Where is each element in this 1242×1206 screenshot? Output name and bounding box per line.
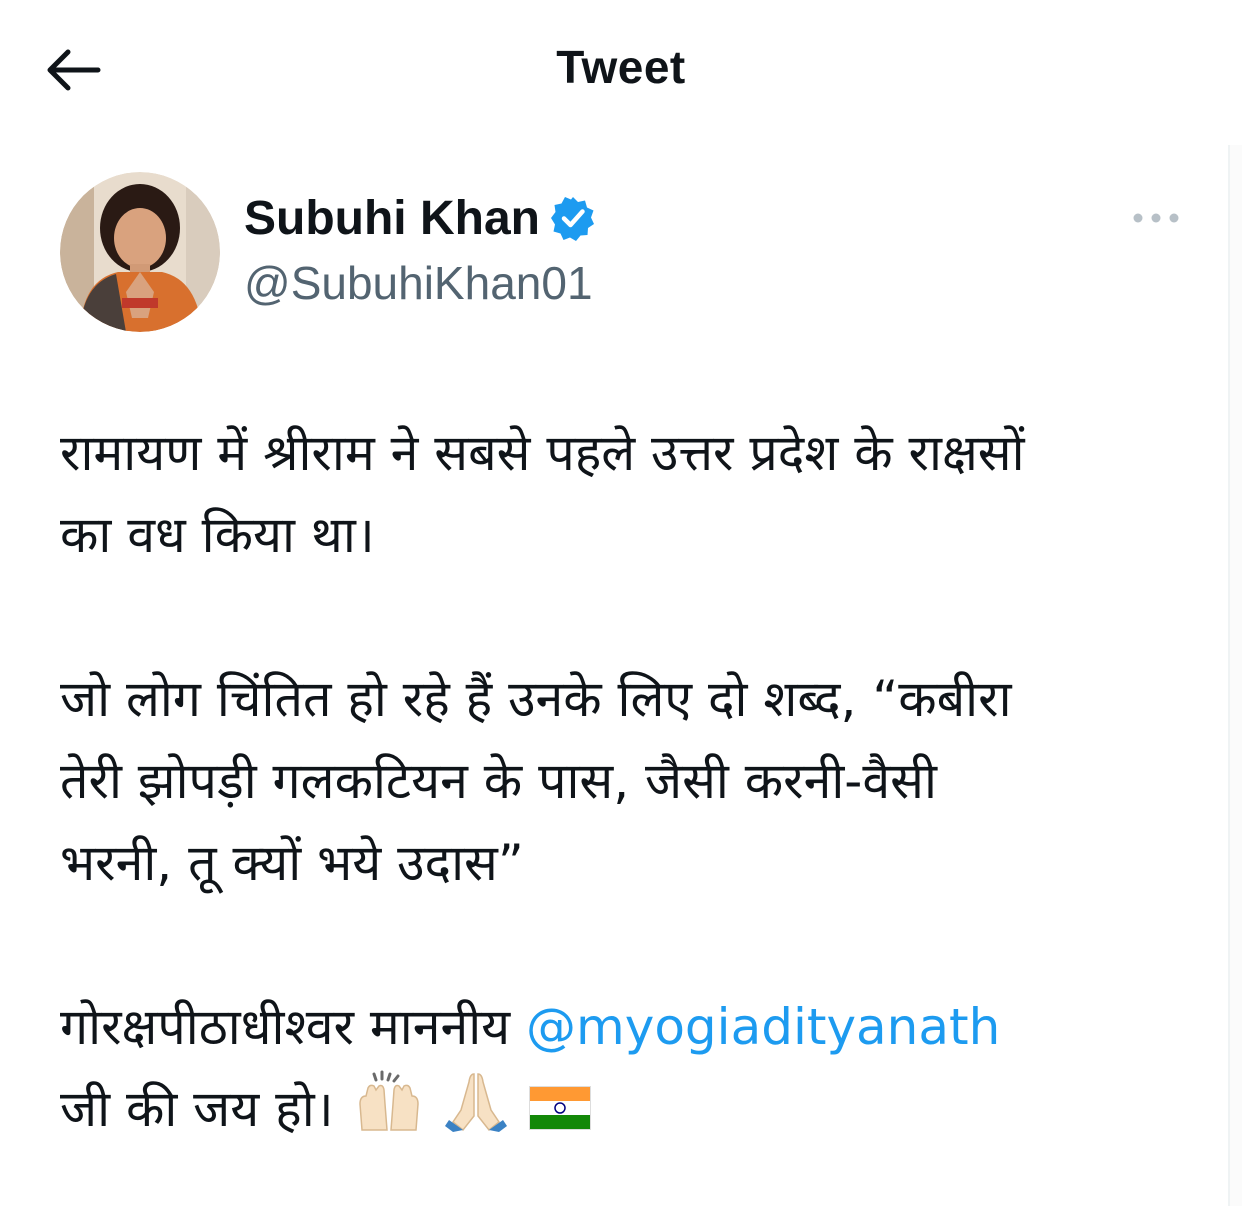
top-bar: Tweet (0, 0, 1242, 140)
more-horizontal-icon (1133, 213, 1179, 223)
tweet-text: रामायण में श्रीराम ने सबसे पहले उत्तर प्… (60, 412, 1170, 1156)
page-title: Tweet (556, 41, 686, 93)
author-display-name[interactable]: Subuhi Khan (244, 191, 540, 246)
more-options-button[interactable] (1128, 198, 1184, 238)
tweet-line: भरनी, तू क्यों भये उदास” (60, 834, 524, 892)
tweet-line: तेरी झोपड़ी गलकटियन के पास, जैसी करनी-वै… (60, 752, 937, 810)
avatar-photo (60, 172, 220, 332)
tweet-line: जी की जय हो। (60, 1068, 1170, 1156)
scroll-edge (1228, 145, 1242, 1206)
tweet-line: गोरक्षपीठाधीश्वर माननीय @myogiadityanath (60, 986, 1170, 1068)
india-flag-emoji (529, 1072, 592, 1154)
folded-hands-emoji (443, 1070, 509, 1156)
tweet-line-text: गोरक्षपीठाधीश्वर माननीय (60, 998, 527, 1056)
author-name-row: Subuhi Khan (244, 188, 596, 248)
avatar[interactable] (60, 172, 220, 332)
tweet-paragraph-1: रामायण में श्रीराम ने सबसे पहले उत्तर प्… (60, 412, 1170, 576)
tweet-paragraph-2: जो लोग चिंतित हो रहे हैं उनके लिए दो शब्… (60, 658, 1170, 904)
raising-hands-emoji (354, 1070, 424, 1156)
tweet-line: रामायण में श्रीराम ने सबसे पहले उत्तर प्… (60, 424, 1025, 482)
tweet-line-text: जी की जय हो। (60, 1080, 334, 1138)
author-handle[interactable]: @SubuhiKhan01 (244, 256, 593, 310)
verified-badge-icon (550, 195, 596, 241)
tweet-paragraph-3: गोरक्षपीठाधीश्वर माननीय @myogiadityanath… (60, 986, 1170, 1156)
mention-link[interactable]: @myogiadityanath (526, 998, 1000, 1056)
tweet-line: का वध किया था। (60, 506, 375, 564)
tweet-line: जो लोग चिंतित हो रहे हैं उनके लिए दो शब्… (60, 670, 1012, 728)
